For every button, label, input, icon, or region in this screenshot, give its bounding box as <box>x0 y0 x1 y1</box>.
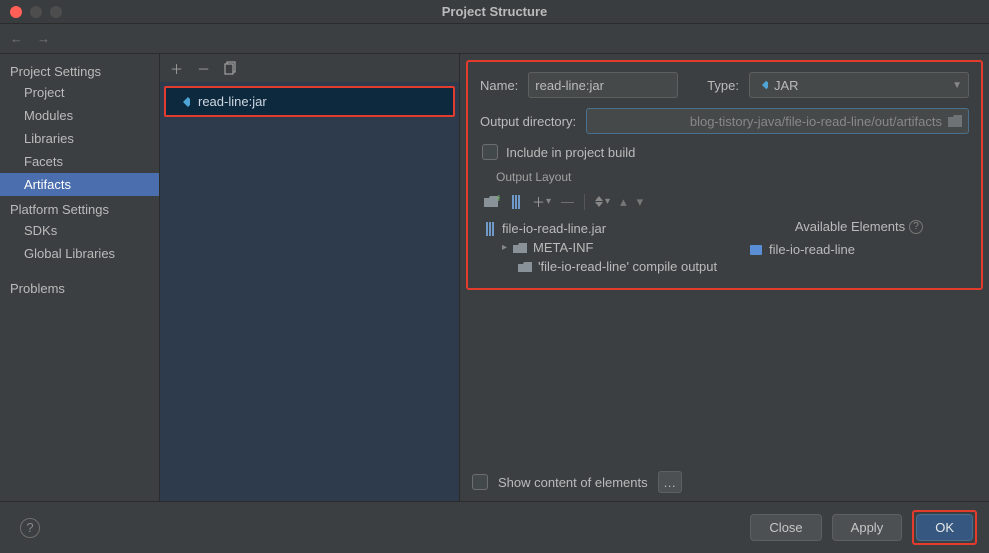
tree-root-label: file-io-read-line.jar <box>502 221 606 236</box>
output-directory-label: Output directory: <box>480 114 576 129</box>
output-layout-tree: file-io-read-line.jar ▸ META-INF 'file-i… <box>480 217 749 282</box>
output-directory-input[interactable]: blog-tistory-java/file-io-read-line/out/… <box>586 108 969 134</box>
chevron-down-icon: ▼ <box>952 80 962 91</box>
sort-icon[interactable]: ▾ <box>595 196 610 207</box>
available-module-item[interactable]: file-io-read-line <box>749 240 969 259</box>
sidebar-item-libraries[interactable]: Libraries <box>0 127 159 150</box>
expand-icon[interactable]: ▸ <box>502 242 507 253</box>
tree-root-jar[interactable]: file-io-read-line.jar <box>484 219 749 238</box>
new-archive-icon[interactable] <box>510 195 522 209</box>
sidebar-item-global-libraries[interactable]: Global Libraries <box>0 242 159 265</box>
remove-element-icon[interactable]: — <box>561 194 574 209</box>
copy-icon[interactable] <box>224 61 238 75</box>
available-elements-panel: Available Elements ? file-io-read-line <box>749 217 969 282</box>
help-inline-icon[interactable]: ? <box>909 220 923 234</box>
artifact-list-panel: ＋ － read-line:jar <box>160 54 460 501</box>
back-icon[interactable]: ← <box>10 31 23 46</box>
show-content-row: Show content of elements … <box>460 463 989 501</box>
folder-icon <box>948 115 962 127</box>
highlighted-form: Name: Type: JAR ▼ Output directory: blog… <box>466 60 983 290</box>
type-value: JAR <box>774 78 799 93</box>
available-module-label: file-io-read-line <box>769 242 855 257</box>
show-content-label: Show content of elements <box>498 475 648 490</box>
nav-toolbar: ← → <box>0 24 989 54</box>
window-controls <box>0 6 62 18</box>
name-label: Name: <box>480 78 518 93</box>
sidebar: Project Settings Project Modules Librari… <box>0 54 160 501</box>
minimize-window-icon[interactable] <box>30 6 42 18</box>
new-folder-icon[interactable]: + <box>484 195 500 209</box>
artifact-item-read-line-jar[interactable]: read-line:jar <box>164 86 455 117</box>
output-directory-value: blog-tistory-java/file-io-read-line/out/… <box>690 114 942 129</box>
name-input[interactable] <box>528 72 678 98</box>
include-in-build-checkbox[interactable] <box>482 144 498 160</box>
add-icon[interactable]: ＋ <box>170 59 183 78</box>
sidebar-group-platform-settings: Platform Settings <box>0 196 159 219</box>
ok-highlight: OK <box>912 510 977 545</box>
move-down-icon[interactable]: ▾ <box>637 194 644 210</box>
add-copy-icon[interactable]: ＋▾ <box>532 192 551 211</box>
window-title: Project Structure <box>442 4 547 19</box>
tree-compile-label: 'file-io-read-line' compile output <box>538 259 717 274</box>
available-elements-label: Available Elements <box>795 219 905 234</box>
output-layout-label: Output Layout <box>496 170 969 184</box>
tree-compile-output[interactable]: 'file-io-read-line' compile output <box>484 257 749 276</box>
type-select[interactable]: JAR ▼ <box>749 72 969 98</box>
close-window-icon[interactable] <box>10 6 22 18</box>
artifact-detail-panel: Name: Type: JAR ▼ Output directory: blog… <box>460 54 989 501</box>
help-icon[interactable]: ? <box>20 518 40 538</box>
show-content-checkbox[interactable] <box>472 474 488 490</box>
maximize-window-icon[interactable] <box>50 6 62 18</box>
sidebar-item-sdks[interactable]: SDKs <box>0 219 159 242</box>
sidebar-group-project-settings: Project Settings <box>0 58 159 81</box>
close-button[interactable]: Close <box>750 514 821 541</box>
ok-button[interactable]: OK <box>916 514 973 541</box>
tree-meta-inf[interactable]: ▸ META-INF <box>484 238 749 257</box>
sidebar-item-artifacts[interactable]: Artifacts <box>0 173 159 196</box>
titlebar: Project Structure <box>0 0 989 24</box>
move-up-icon[interactable]: ▴ <box>620 194 627 210</box>
artifact-item-label: read-line:jar <box>198 94 267 109</box>
svg-text:+: + <box>495 195 500 205</box>
sidebar-item-problems[interactable]: Problems <box>0 277 159 300</box>
sidebar-item-modules[interactable]: Modules <box>0 104 159 127</box>
artifact-list-toolbar: ＋ － <box>160 54 459 82</box>
sidebar-item-facets[interactable]: Facets <box>0 150 159 173</box>
output-layout-toolbar: + ＋▾ — ▾ ▴ ▾ <box>480 190 969 217</box>
include-in-build-label: Include in project build <box>506 145 635 160</box>
show-content-more-button[interactable]: … <box>658 471 682 493</box>
forward-icon[interactable]: → <box>37 31 50 46</box>
tree-meta-label: META-INF <box>533 240 593 255</box>
artifact-list: read-line:jar <box>160 82 459 501</box>
dialog-footer: ? Close Apply OK <box>0 501 989 553</box>
apply-button[interactable]: Apply <box>832 514 903 541</box>
remove-icon[interactable]: － <box>197 59 210 78</box>
sidebar-item-project[interactable]: Project <box>0 81 159 104</box>
type-label: Type: <box>707 78 739 93</box>
